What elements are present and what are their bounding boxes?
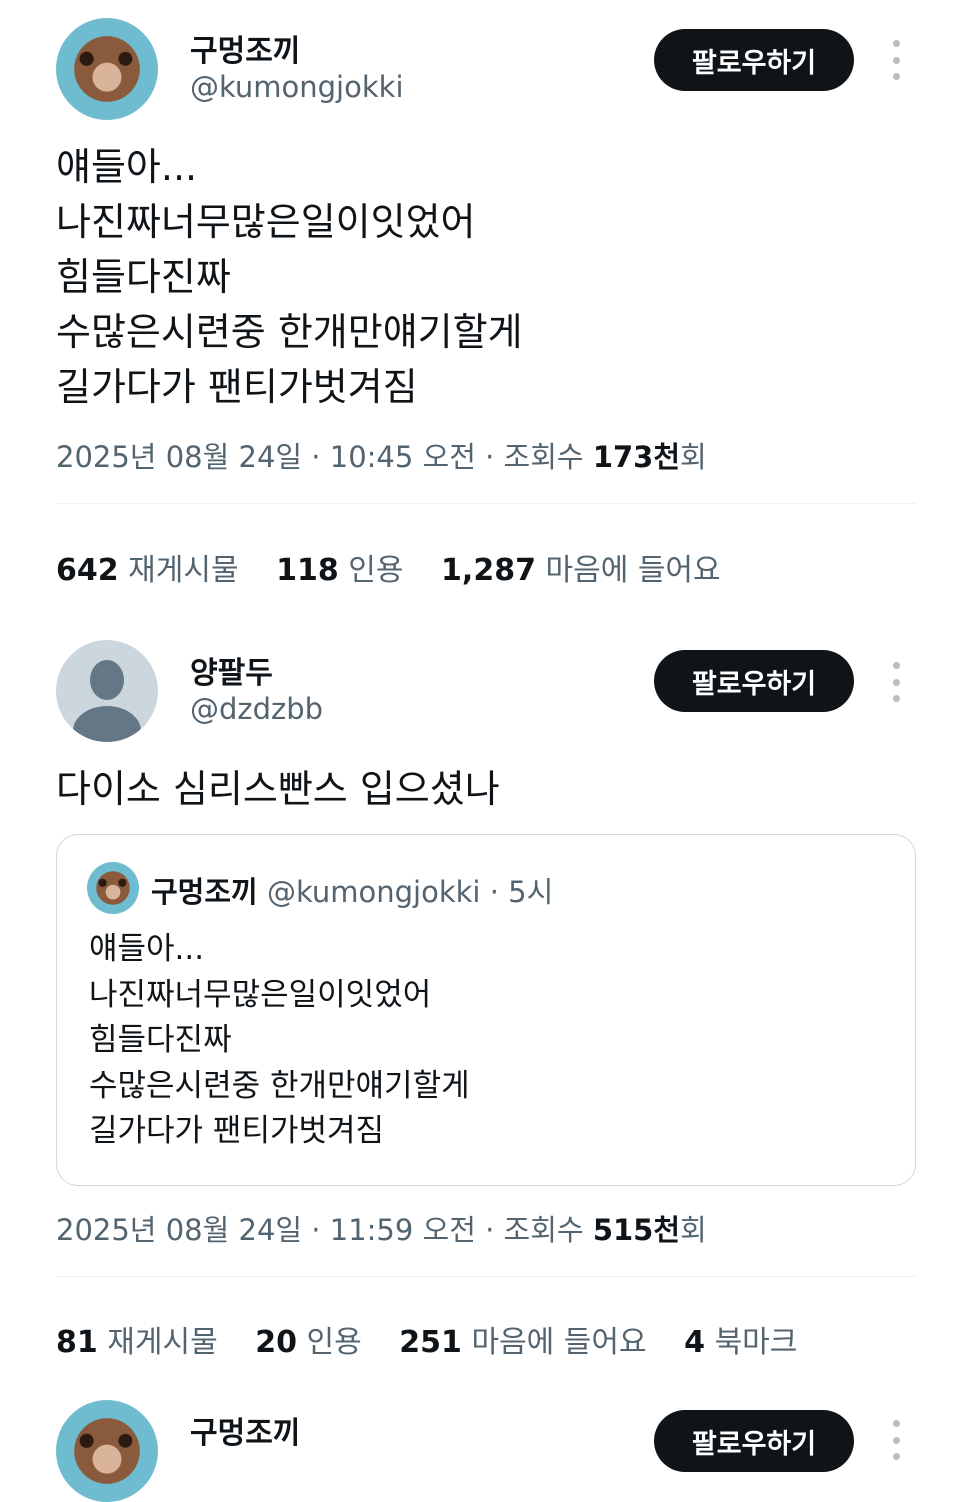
- tweet-text: 다이소 심리스빤스 입으셨나: [56, 767, 500, 811]
- username-handle[interactable]: @dzdzbb: [190, 692, 323, 726]
- quoted-header: 구멍조끼 @kumongjokki · 5시: [151, 869, 553, 911]
- bookmark-stat[interactable]: 4 북마크: [684, 1325, 797, 1360]
- avatar-default[interactable]: [56, 640, 158, 742]
- view-suffix: 회: [680, 1213, 707, 1247]
- follow-button[interactable]: 팔로우하기: [654, 1410, 854, 1472]
- repost-stat[interactable]: 81 재게시물: [56, 1325, 218, 1360]
- timestamp[interactable]: 2025년 08월 24일 · 11:59 오전 · 조회수: [56, 1213, 593, 1247]
- view-count: 173천: [592, 440, 681, 474]
- engagement-stats: 642 재게시물 118 인용 1,287 마음에 들어요: [56, 545, 749, 589]
- view-count: 515천: [592, 1213, 681, 1247]
- quote-stat[interactable]: 20 인용: [255, 1325, 362, 1360]
- follow-button[interactable]: 팔로우하기: [654, 29, 854, 91]
- more-options-icon[interactable]: [886, 1420, 906, 1460]
- display-name[interactable]: 구멍조끼: [190, 26, 300, 70]
- repost-stat[interactable]: 642 재게시물: [56, 553, 239, 588]
- quoted-time: · 5시: [489, 875, 554, 909]
- avatar[interactable]: [56, 1400, 158, 1502]
- like-stat[interactable]: 251 마음에 들어요: [399, 1325, 646, 1360]
- divider: [56, 1276, 916, 1277]
- engagement-stats: 81 재게시물 20 인용 251 마음에 들어요 4 북마크: [56, 1317, 825, 1361]
- follow-button[interactable]: 팔로우하기: [654, 650, 854, 712]
- divider: [56, 503, 916, 504]
- quoted-tweet[interactable]: 구멍조끼 @kumongjokki · 5시 얘들아... 나진짜너무많은일이잇…: [56, 834, 916, 1186]
- quoted-avatar: [87, 862, 139, 914]
- display-name[interactable]: 양팔두: [190, 648, 273, 692]
- tweet-meta: 2025년 08월 24일 · 10:45 오전 · 조회수 173천회: [56, 434, 707, 476]
- timestamp[interactable]: 2025년 08월 24일 · 10:45 오전 · 조회수: [56, 440, 593, 474]
- avatar-body-shape: [73, 706, 141, 742]
- quoted-display-name: 구멍조끼: [151, 875, 258, 909]
- like-stat[interactable]: 1,287 마음에 들어요: [441, 553, 721, 588]
- view-suffix: 회: [680, 440, 707, 474]
- more-options-icon[interactable]: [886, 662, 906, 702]
- quote-stat[interactable]: 118 인용: [276, 553, 403, 588]
- tweet-meta: 2025년 08월 24일 · 11:59 오전 · 조회수 515천회: [56, 1207, 707, 1249]
- username-handle[interactable]: @kumongjokki: [190, 70, 404, 104]
- quoted-handle: @kumongjokki: [266, 875, 481, 909]
- quoted-text: 얘들아... 나진짜너무많은일이잇었어 힘들다진짜 수많은시련중 한개만얘기할게…: [89, 931, 470, 1149]
- avatar[interactable]: [56, 18, 158, 120]
- more-options-icon[interactable]: [886, 40, 906, 80]
- display-name[interactable]: 구멍조끼: [190, 1408, 300, 1452]
- avatar-head-shape: [90, 660, 124, 700]
- tweet-text: 얘들아... 나진짜너무많은일이잇었어 힘들다진짜 수많은시련중 한개만얘기할게…: [56, 145, 523, 409]
